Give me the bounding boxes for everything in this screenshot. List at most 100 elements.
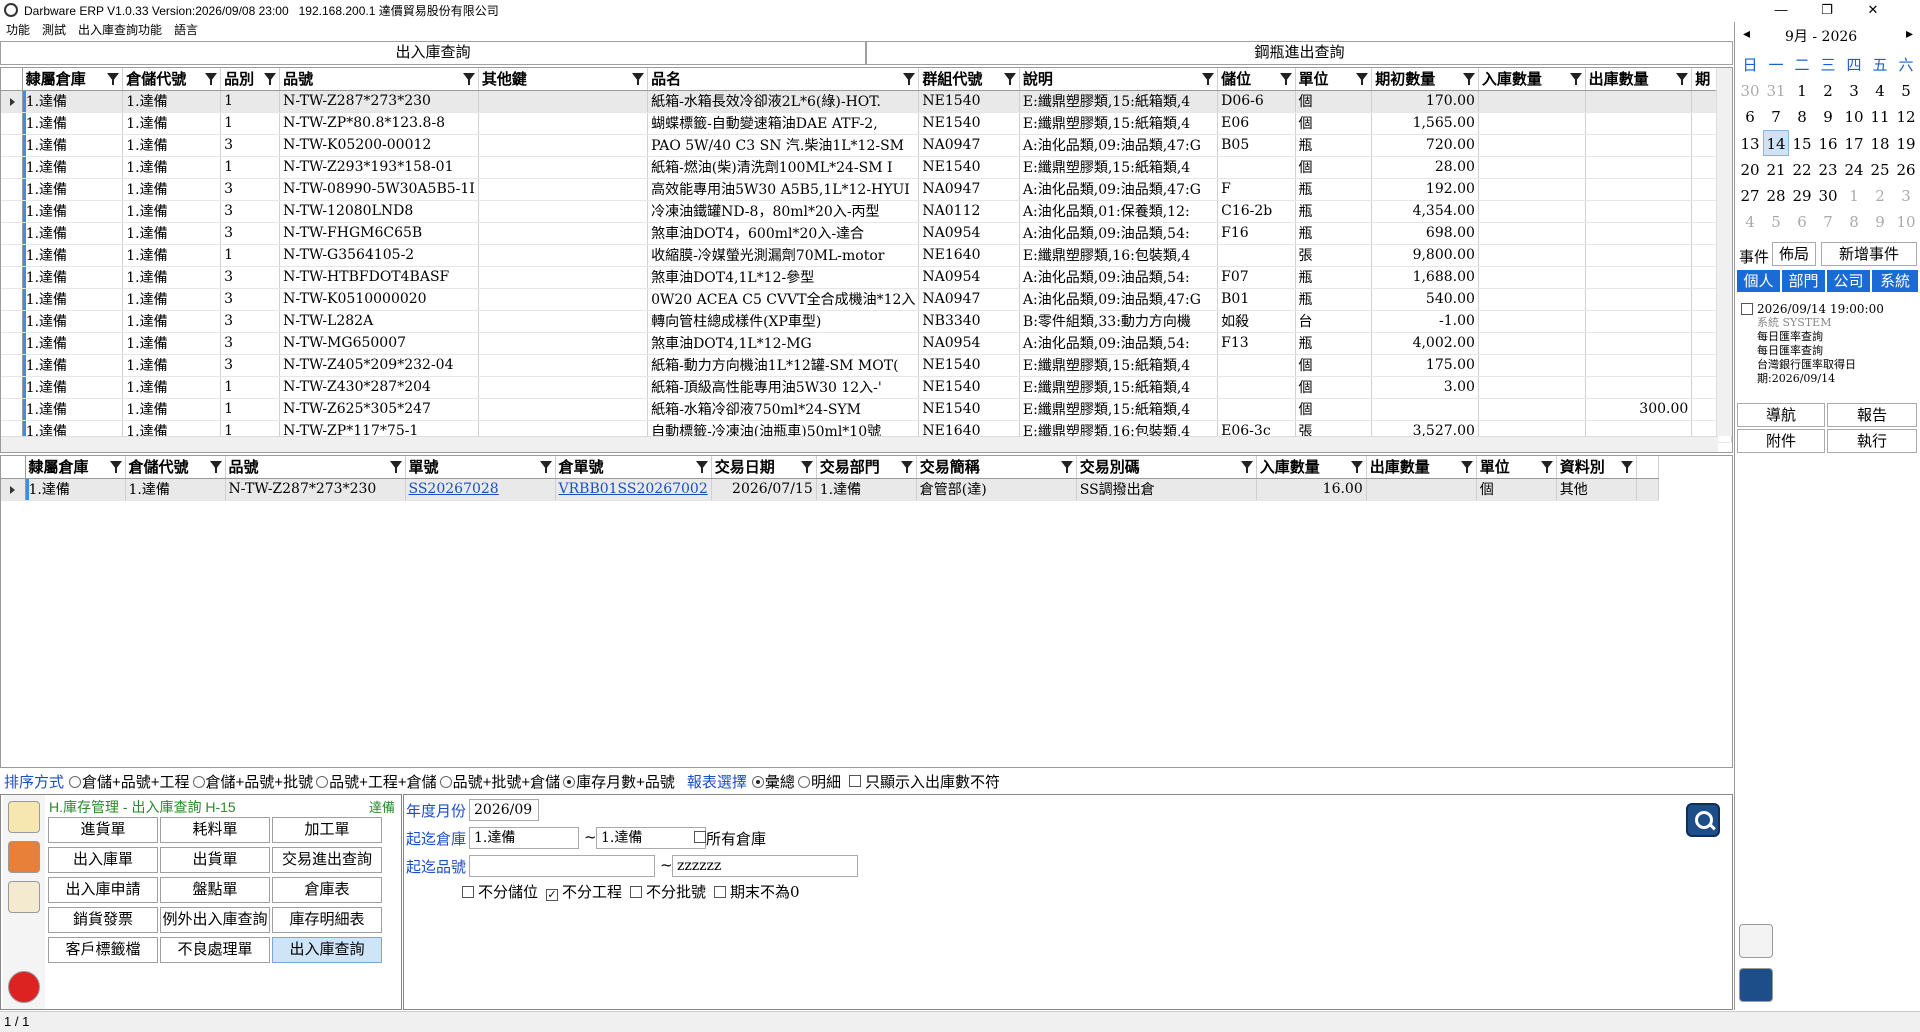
filter-icon[interactable] bbox=[1003, 73, 1016, 85]
search-button[interactable] bbox=[1686, 803, 1720, 837]
restore-icon[interactable]: ❐ bbox=[1804, 0, 1850, 20]
row-selector[interactable] bbox=[1, 200, 23, 223]
criteria-checkbox[interactable] bbox=[714, 886, 727, 898]
row-selector[interactable] bbox=[1, 222, 23, 245]
filter-icon[interactable] bbox=[389, 461, 402, 473]
grid-horizontal-scrollbar[interactable] bbox=[1, 436, 1718, 452]
row-selector[interactable] bbox=[1, 156, 23, 179]
clock-icon[interactable] bbox=[1739, 968, 1773, 1002]
warehouse-from-input[interactable]: 1.達備 bbox=[469, 827, 579, 849]
sort-radio[interactable] bbox=[563, 775, 576, 788]
row-selector[interactable] bbox=[1, 178, 23, 201]
next-month-icon[interactable]: ▸ bbox=[1906, 26, 1913, 42]
menu-item-test[interactable]: 測試 bbox=[36, 21, 72, 39]
calendar-day[interactable]: 8 bbox=[1841, 209, 1867, 235]
event-item[interactable]: 2026/09/14 19:00:00 系統 SYSTEM 每日匯率查詢 每日匯… bbox=[1741, 302, 1917, 386]
sort-radio[interactable] bbox=[69, 775, 82, 788]
column-header[interactable]: 品名 bbox=[647, 68, 920, 91]
column-header[interactable]: 其他鍵 bbox=[478, 68, 649, 91]
calendar-day[interactable]: 9 bbox=[1815, 104, 1841, 130]
table-row[interactable]: 1.達備 1.達備 N-TW-Z287*273*230 SS20267028 VRBB0… bbox=[1, 478, 1659, 501]
menu-item-language[interactable]: 語言 bbox=[168, 21, 204, 39]
column-header[interactable]: 隸屬倉庫 bbox=[25, 456, 126, 479]
row-selector[interactable] bbox=[1, 288, 23, 311]
row-selector[interactable] bbox=[1, 90, 23, 113]
table-row[interactable]: 1.達備 1.達備 3 N-TW-L282A 轉向管柱總成樣件(XP車型) NB3340 B… bbox=[1, 310, 1732, 333]
filter-icon[interactable] bbox=[1060, 461, 1073, 473]
report-radio[interactable] bbox=[797, 775, 810, 788]
calendar-day[interactable]: 24 bbox=[1841, 157, 1867, 183]
table-row[interactable]: 1.達備 1.達備 1 N-TW-Z287*273*230 紙箱-水箱長效冷卻液2L*6… bbox=[1, 90, 1732, 113]
column-header[interactable]: 群組代號 bbox=[918, 68, 1020, 91]
criteria-checkbox[interactable] bbox=[462, 886, 474, 898]
filter-icon[interactable] bbox=[1356, 73, 1369, 85]
row-selector[interactable] bbox=[1, 376, 23, 399]
calendar-day[interactable]: 17 bbox=[1841, 131, 1867, 157]
filter-icon[interactable] bbox=[632, 73, 645, 85]
column-header[interactable]: 入庫數量 bbox=[1478, 68, 1586, 91]
minimize-icon[interactable]: — bbox=[1758, 0, 1804, 20]
calendar-day[interactable]: 2 bbox=[1815, 78, 1841, 104]
calendar-day[interactable]: 13 bbox=[1737, 131, 1763, 157]
calendar-day[interactable]: 7 bbox=[1763, 104, 1789, 130]
tab-department[interactable]: 部門 bbox=[1782, 270, 1825, 292]
table-row[interactable]: 1.達備 1.達備 3 N-TW-MG650007 煞車油DOT4,1L*12-MG NA… bbox=[1, 332, 1732, 355]
calendar-day[interactable]: 6 bbox=[1737, 104, 1763, 130]
execute-button[interactable]: 執行 bbox=[1827, 429, 1917, 453]
row-selector[interactable] bbox=[1, 398, 23, 421]
year-month-input[interactable]: 2026/09 bbox=[469, 799, 539, 821]
calendar-day[interactable]: 7 bbox=[1815, 209, 1841, 235]
calendar-day[interactable]: 12 bbox=[1893, 104, 1919, 130]
column-header[interactable]: 交易別碼 bbox=[1076, 456, 1257, 479]
calendar-day[interactable]: 1 bbox=[1841, 183, 1867, 209]
module-button[interactable]: 客戶標籤檔 bbox=[48, 937, 158, 963]
column-header[interactable]: 品號 bbox=[225, 456, 406, 479]
upload-icon[interactable] bbox=[8, 971, 40, 1003]
calendar-day[interactable]: 1 bbox=[1789, 78, 1815, 104]
column-header[interactable]: 倉儲代號 bbox=[122, 68, 222, 91]
column-header[interactable]: 出庫數量 bbox=[1585, 68, 1693, 91]
calendar-day[interactable]: 4 bbox=[1867, 78, 1893, 104]
column-header[interactable]: 倉儲代號 bbox=[125, 456, 226, 479]
calendar-day[interactable]: 26 bbox=[1893, 157, 1919, 183]
column-header[interactable]: 出庫數量 bbox=[1366, 456, 1477, 479]
tab-inout-query[interactable]: 出入庫查詢 bbox=[0, 41, 866, 65]
filter-icon[interactable] bbox=[1202, 73, 1215, 85]
criteria-checkbox[interactable]: ✓ bbox=[546, 889, 559, 901]
calendar-day[interactable]: 28 bbox=[1763, 183, 1789, 209]
note-icon[interactable] bbox=[8, 801, 40, 833]
calendar-day[interactable]: 27 bbox=[1737, 183, 1763, 209]
filter-icon[interactable] bbox=[462, 73, 475, 85]
filter-icon[interactable] bbox=[107, 73, 120, 85]
row-selector[interactable] bbox=[1, 478, 26, 501]
filter-icon[interactable] bbox=[209, 461, 222, 473]
all-warehouse-checkbox[interactable] bbox=[694, 831, 706, 843]
column-header[interactable]: 說明 bbox=[1019, 68, 1219, 91]
sort-radio[interactable] bbox=[192, 775, 205, 788]
filter-icon[interactable] bbox=[1350, 461, 1363, 473]
column-header[interactable]: 倉單號 bbox=[555, 456, 712, 479]
layout-button[interactable]: 佈局 bbox=[1772, 242, 1816, 266]
filter-icon[interactable] bbox=[1462, 73, 1475, 85]
calendar-day[interactable]: 8 bbox=[1789, 104, 1815, 130]
column-header[interactable]: 資料別 bbox=[1556, 456, 1637, 479]
criteria-checkbox[interactable] bbox=[630, 886, 643, 898]
calendar-day[interactable]: 22 bbox=[1789, 157, 1815, 183]
column-header[interactable]: 入庫數量 bbox=[1256, 456, 1367, 479]
calendar-day[interactable]: 11 bbox=[1867, 104, 1893, 130]
table-row[interactable]: 1.達備 1.達備 1 N-TW-Z625*305*247 紙箱-水箱冷卻液750ml*… bbox=[1, 398, 1732, 421]
filter-icon[interactable] bbox=[900, 461, 913, 473]
sort-radio[interactable] bbox=[439, 775, 452, 788]
row-selector[interactable] bbox=[1, 332, 23, 355]
column-header[interactable]: 單位 bbox=[1295, 68, 1373, 91]
only-mismatch-checkbox[interactable] bbox=[848, 775, 861, 787]
calendar-day[interactable]: 16 bbox=[1815, 131, 1841, 157]
table-row[interactable]: 1.達備 1.達備 3 N-TW-FHGM6C65B 煞車油DOT4，600ml*20入… bbox=[1, 222, 1732, 245]
table-row[interactable]: 1.達備 1.達備 3 N-TW-08990-5W30A5B5-1I 高效能專用油5W3… bbox=[1, 178, 1732, 201]
filter-icon[interactable] bbox=[205, 73, 218, 85]
column-header[interactable]: 交易部門 bbox=[816, 456, 917, 479]
close-icon[interactable]: ✕ bbox=[1850, 0, 1896, 20]
event-checkbox[interactable] bbox=[1741, 303, 1753, 315]
filter-icon[interactable] bbox=[539, 461, 552, 473]
calendar-day[interactable]: 25 bbox=[1867, 157, 1893, 183]
